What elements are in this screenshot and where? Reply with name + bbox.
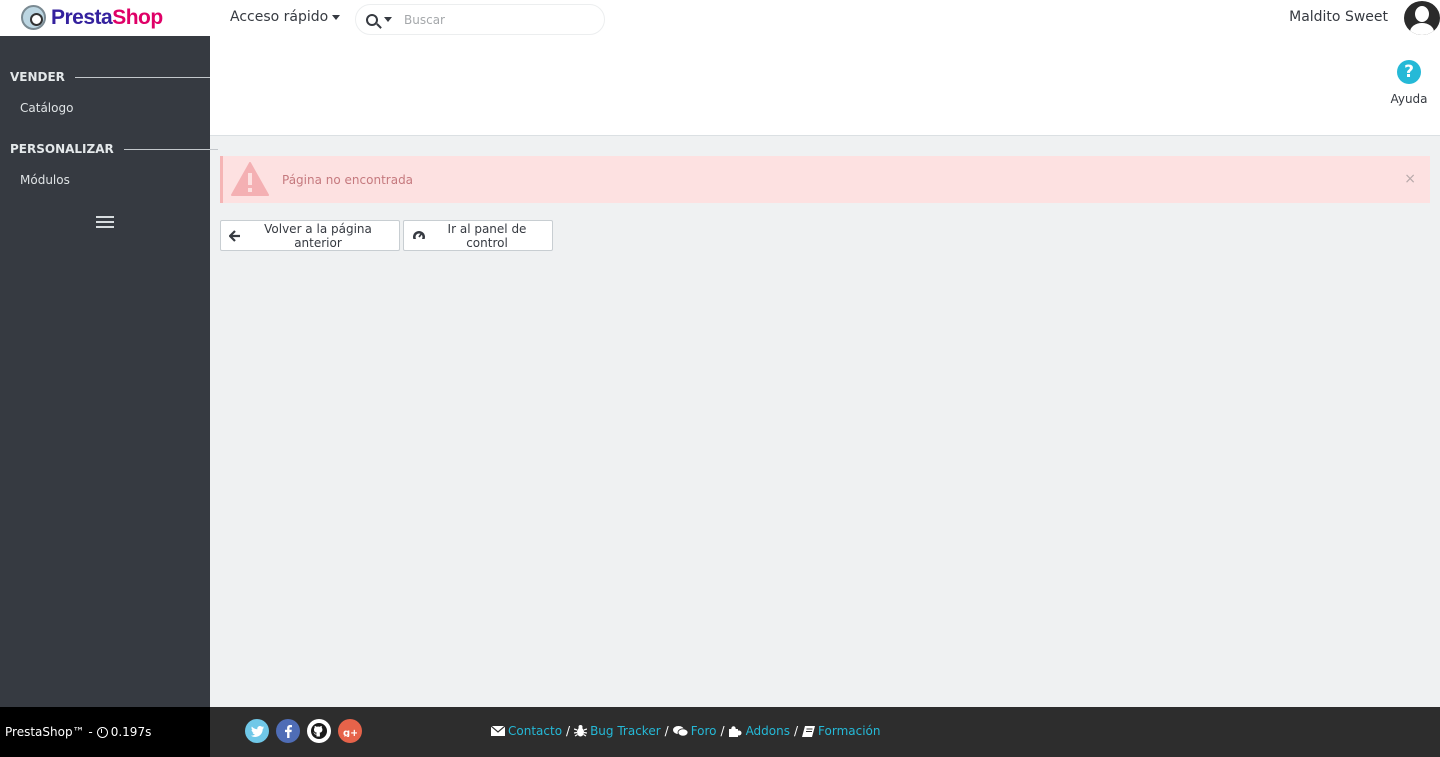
puzzle-icon [728, 725, 743, 737]
logo-text: PrestaShop [51, 5, 163, 29]
user-name[interactable]: Maldito Sweet [1289, 9, 1388, 25]
section-divider [123, 148, 218, 150]
clock-icon [96, 726, 108, 738]
footer-link-addons[interactable]: Addons [746, 724, 790, 738]
user-avatar-icon[interactable] [1404, 1, 1440, 35]
section-divider [74, 76, 211, 78]
search-input[interactable] [404, 12, 574, 27]
svg-text:g+: g+ [343, 728, 357, 737]
facebook-icon[interactable] [276, 719, 300, 743]
quick-access-label: Acceso rápido [230, 9, 329, 25]
sidebar-item-catalogo[interactable]: Catálogo [20, 101, 73, 115]
twitter-icon[interactable] [245, 719, 269, 743]
load-time: 0.197s [110, 725, 152, 739]
footer-brand: PrestaShop™ - 0.197s [0, 707, 210, 757]
sidebar-section-personalizar: PERSONALIZAR [10, 142, 218, 156]
question-circle-icon: ? [1397, 60, 1421, 84]
quick-access-dropdown[interactable]: Acceso rápido [230, 9, 341, 25]
bug-icon [574, 725, 588, 737]
menu-collapse-icon[interactable] [96, 216, 114, 228]
help-label: Ayuda [1390, 92, 1428, 106]
github-icon[interactable] [307, 719, 331, 743]
page-toolbar: ? Ayuda [210, 36, 1440, 136]
sidebar-section-vender: VENDER [10, 70, 211, 84]
envelope-icon [491, 726, 505, 736]
sidebar: VENDER Catálogo PERSONALIZAR Módulos [0, 36, 218, 707]
footer-link-forum[interactable]: Foro [691, 724, 717, 738]
search-icon[interactable] [366, 13, 378, 26]
warning-triangle-icon [231, 161, 269, 198]
alert-message: Página no encontrada [282, 172, 414, 187]
error-alert: Página no encontrada × [220, 156, 1430, 203]
arrow-left-icon [229, 229, 241, 242]
caret-down-icon [332, 14, 341, 20]
dashboard-button[interactable]: Ir al panel de control [403, 220, 553, 251]
footer-link-bug-tracker[interactable]: Bug Tracker [590, 724, 661, 738]
footer-link-contact[interactable]: Contacto [508, 724, 562, 738]
back-button[interactable]: Volver a la página anterior [220, 220, 400, 251]
help-button[interactable]: ? Ayuda [1390, 60, 1428, 106]
footer-link-training[interactable]: Formación [818, 724, 880, 738]
search-bar [355, 4, 605, 35]
top-header: PrestaShop Acceso rápido Maldito Sweet [0, 0, 1440, 36]
footer-links: Contacto / Bug Tracker / Foro / Addons /… [491, 724, 881, 738]
search-type-caret-icon[interactable] [384, 17, 392, 22]
comments-icon [672, 725, 688, 737]
book-icon [802, 725, 816, 737]
sidebar-item-modulos[interactable]: Módulos [20, 173, 70, 187]
prestashop-logo[interactable]: PrestaShop [21, 5, 163, 30]
footer: PrestaShop™ - 0.197s g+ Contacto / Bug T… [0, 707, 1440, 757]
close-icon[interactable]: × [1404, 171, 1416, 187]
google-plus-icon[interactable]: g+ [338, 719, 362, 743]
dashboard-gauge-icon [412, 230, 426, 242]
puffin-logo-icon [21, 5, 46, 30]
